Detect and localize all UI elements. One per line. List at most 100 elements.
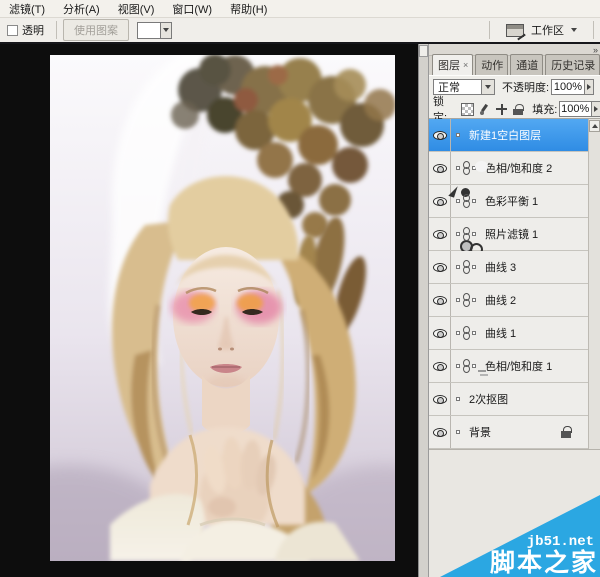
link-icon <box>462 293 469 307</box>
tab-通道[interactable]: 通道 <box>510 54 543 75</box>
layer-name[interactable]: 背景 <box>469 424 491 440</box>
layer-row[interactable]: 照片滤镜 1 <box>429 218 589 251</box>
lock-all-icon[interactable] <box>512 103 525 116</box>
blend-mode-select[interactable]: 正常 <box>433 79 495 95</box>
layers-panel: » 图层×动作通道历史记录−≡ 正常 不透明度: 100% 锁定: <box>428 44 600 577</box>
layer-mask-thumbnail[interactable] <box>472 298 476 302</box>
layer-name[interactable]: 新建1空白图层 <box>469 127 541 143</box>
visibility-toggle[interactable] <box>429 284 451 316</box>
eye-icon <box>433 230 447 239</box>
link-icon <box>462 260 469 274</box>
workspace-button[interactable]: 工作区 <box>496 22 587 38</box>
layer-thumbnail[interactable] <box>456 298 460 302</box>
canvas-pasteboard[interactable] <box>0 44 418 577</box>
layer-row[interactable]: 新建1空白图层 <box>429 119 589 152</box>
layer-thumbnail[interactable] <box>456 199 460 203</box>
layer-list: 新建1空白图层 色相/饱和度 2 色彩平衡 1 照片滤镜 1 曲线 3 曲线 2 <box>429 119 589 449</box>
layer-name[interactable]: 曲线 1 <box>485 325 516 341</box>
divider <box>489 21 490 39</box>
fill-slider-button[interactable] <box>592 101 600 117</box>
lock-icon <box>560 426 573 439</box>
layer-thumbnail[interactable] <box>456 232 460 236</box>
layer-mask-thumbnail[interactable] <box>472 199 476 203</box>
canvas-photo[interactable] <box>50 55 395 561</box>
visibility-toggle[interactable] <box>429 185 451 217</box>
lock-paint-icon[interactable] <box>478 103 491 116</box>
watermark-url: jb51.net <box>527 534 600 550</box>
layer-row[interactable]: 色彩平衡 1 <box>429 185 589 218</box>
menu-item[interactable]: 帮助(H) <box>221 0 276 18</box>
opacity-input[interactable]: 100% <box>551 79 585 95</box>
layer-name[interactable]: 照片滤镜 1 <box>485 226 538 242</box>
menu-item[interactable]: 窗口(W) <box>163 0 221 18</box>
visibility-toggle[interactable] <box>429 152 451 184</box>
layer-thumbnail[interactable] <box>456 265 460 269</box>
layer-name[interactable]: 色彩平衡 1 <box>485 193 538 209</box>
layer-row[interactable]: 曲线 3 <box>429 251 589 284</box>
visibility-toggle[interactable] <box>429 218 451 250</box>
visibility-toggle[interactable] <box>429 416 451 448</box>
eye-icon <box>433 428 447 437</box>
layer-mask-thumbnail[interactable] <box>472 166 476 170</box>
layer-mask-thumbnail[interactable] <box>472 265 476 269</box>
layer-row[interactable]: 曲线 2 <box>429 284 589 317</box>
scroll-up-icon[interactable] <box>589 120 600 132</box>
menu-item[interactable]: 视图(V) <box>109 0 164 18</box>
layer-row[interactable]: 2次抠图 <box>429 383 589 416</box>
layer-name[interactable]: 曲线 2 <box>485 292 516 308</box>
photoshop-window: 滤镜(T)分析(A)视图(V)窗口(W)帮助(H) 透明 使用图案 工作区 <box>0 0 600 577</box>
tab-动作[interactable]: 动作 <box>475 54 508 75</box>
layer-mask-thumbnail[interactable] <box>472 232 476 236</box>
visibility-toggle[interactable] <box>429 119 451 151</box>
eye-icon <box>433 329 447 338</box>
lock-transparency-icon[interactable] <box>461 103 474 116</box>
pattern-dropdown-button[interactable] <box>161 22 172 39</box>
lock-position-icon[interactable] <box>495 103 508 116</box>
visibility-toggle[interactable] <box>429 251 451 283</box>
pattern-picker[interactable] <box>137 22 172 39</box>
layer-controls: 正常 不透明度: 100% 锁定: 填充: 100% <box>429 75 600 119</box>
chevron-down-icon[interactable] <box>481 80 494 94</box>
close-icon[interactable]: × <box>463 60 468 70</box>
visibility-toggle[interactable] <box>429 317 451 349</box>
visibility-toggle[interactable] <box>429 350 451 382</box>
menu-item[interactable]: 滤镜(T) <box>0 0 54 18</box>
layer-thumbnail[interactable] <box>456 133 460 137</box>
eye-icon <box>433 197 447 206</box>
layer-name[interactable]: 曲线 3 <box>485 259 516 275</box>
layer-row[interactable]: 色相/饱和度 1 <box>429 350 589 383</box>
pattern-swatch[interactable] <box>137 22 161 39</box>
layer-name[interactable]: 色相/饱和度 2 <box>485 160 552 176</box>
fill-input[interactable]: 100% <box>559 101 592 117</box>
layer-row[interactable]: 曲线 1 <box>429 317 589 350</box>
menu-bar: 滤镜(T)分析(A)视图(V)窗口(W)帮助(H) <box>0 0 600 17</box>
layer-thumbnail[interactable] <box>456 331 460 335</box>
transparent-label: 透明 <box>22 22 44 38</box>
layer-thumbnail[interactable] <box>456 364 460 368</box>
layer-row[interactable]: 背景 <box>429 416 589 449</box>
menu-item[interactable]: 分析(A) <box>54 0 109 18</box>
layer-name[interactable]: 色相/饱和度 1 <box>485 358 552 374</box>
layer-row[interactable]: 色相/饱和度 2 <box>429 152 589 185</box>
tool-options-bar: 透明 使用图案 工作区 <box>0 17 600 42</box>
tab-历史记录[interactable]: 历史记录 <box>545 54 600 75</box>
chevron-down-icon <box>163 28 169 32</box>
link-icon <box>462 359 469 373</box>
use-pattern-button[interactable]: 使用图案 <box>63 19 129 41</box>
visibility-toggle[interactable] <box>429 383 451 415</box>
eye-icon <box>433 296 447 305</box>
tab-图层[interactable]: 图层× <box>432 54 473 75</box>
transparent-checkbox[interactable] <box>7 25 18 36</box>
eye-icon <box>433 263 447 272</box>
layer-thumbnail[interactable] <box>456 166 460 170</box>
layer-name[interactable]: 2次抠图 <box>469 391 508 407</box>
layers-scrollbar[interactable] <box>588 119 600 449</box>
layer-mask-thumbnail[interactable] <box>472 364 476 368</box>
layer-mask-thumbnail[interactable] <box>472 331 476 335</box>
divider <box>56 21 57 39</box>
canvas-scrollbar[interactable] <box>418 44 428 577</box>
layer-thumbnail[interactable] <box>456 397 460 401</box>
scrollbar-button[interactable] <box>419 45 428 57</box>
opacity-slider-button[interactable] <box>585 79 594 95</box>
layer-thumbnail[interactable] <box>456 430 460 434</box>
